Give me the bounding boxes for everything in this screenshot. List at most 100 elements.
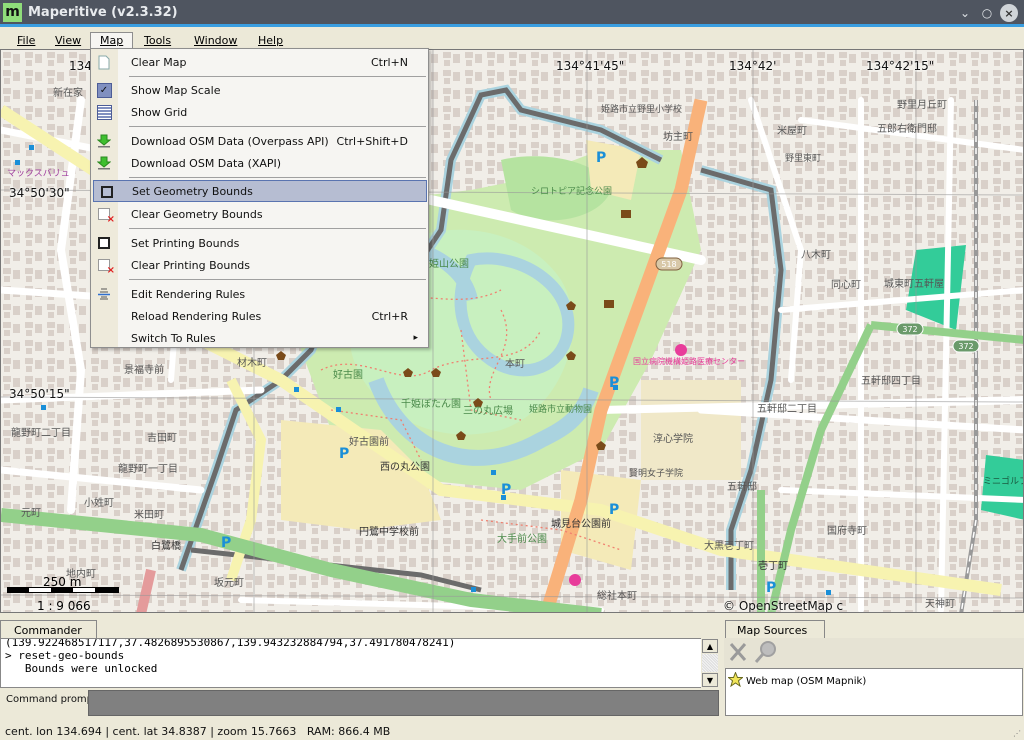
- menu-edit-rendering-rules[interactable]: Edit Rendering Rules: [91, 283, 428, 305]
- place-label: 国府寺町: [827, 526, 867, 537]
- remove-source-icon[interactable]: [728, 641, 748, 666]
- place-label: 龍野町二丁目: [11, 428, 71, 439]
- park-label: 三の丸広場: [463, 406, 513, 417]
- scroll-up-button[interactable]: ▲: [702, 639, 718, 653]
- place-label: 五軒邸二丁目: [757, 404, 817, 415]
- parking-icon: P: [766, 580, 777, 596]
- map-sources-toolbar: [724, 638, 1024, 668]
- bounds-icon: [99, 184, 115, 200]
- route-shield-372b: 372: [952, 339, 980, 353]
- place-label: 坂元町: [214, 578, 244, 589]
- tab-map-sources[interactable]: Map Sources: [725, 620, 825, 639]
- menu-reload-rendering-rules[interactable]: Reload Rendering Rules Ctrl+R: [91, 305, 428, 327]
- place-label: 五軒邸: [727, 482, 757, 493]
- poi-label: 国立病院機構姫路医療センター: [633, 357, 745, 366]
- place-label: 壱丁町: [758, 561, 788, 572]
- place-label: 賢明女子学院: [629, 469, 684, 479]
- map-menu-dropdown: Clear Map Ctrl+N ✓ Show Map Scale Show G…: [90, 48, 429, 348]
- grid-icon: [96, 104, 112, 120]
- place-label: 本町: [505, 359, 525, 370]
- submenu-arrow-icon: ▸: [413, 333, 418, 343]
- menu-set-geometry-bounds[interactable]: Set Geometry Bounds: [93, 180, 427, 202]
- maximize-button[interactable]: ○: [978, 4, 996, 22]
- scroll-track[interactable]: [702, 654, 718, 672]
- title-bar: m Maperitive (v2.3.32) ⌄ ○ ×: [0, 0, 1024, 27]
- status-bar: cent. lon 134.694 | cent. lat 34.8387 | …: [0, 722, 1024, 740]
- resize-grip-icon[interactable]: ⋰: [1013, 729, 1021, 738]
- place-label: 材木町: [237, 358, 267, 369]
- place-label: 同心町: [831, 280, 861, 291]
- lon-label: 134°42'15": [866, 59, 935, 73]
- console-output: (139.922468517117,37.4826895530867,139.9…: [0, 638, 719, 688]
- parking-icon: P: [339, 446, 350, 462]
- place-label: 姫路市立野里小学校: [601, 105, 683, 115]
- hospital-icon: [675, 344, 687, 356]
- place-label: 五軒邸四丁目: [861, 376, 921, 387]
- lon-label: 134°41'45": [556, 59, 625, 73]
- parking-icon: P: [609, 502, 620, 518]
- place-label: 城見台公園前: [551, 519, 611, 530]
- lon-label: 134°42': [729, 59, 777, 73]
- download-icon: [96, 155, 112, 171]
- scroll-down-button[interactable]: ▼: [702, 673, 718, 687]
- menu-file[interactable]: File: [13, 34, 39, 50]
- rules-icon: [96, 286, 112, 302]
- clear-bounds-icon: [96, 257, 115, 276]
- place-label: 城東町五軒屋: [884, 279, 944, 290]
- place-label: 好古園前: [349, 437, 389, 448]
- park-label: 姫路市立動物園: [529, 405, 593, 415]
- command-prompt-input[interactable]: [88, 690, 719, 716]
- tab-commander[interactable]: Commander: [0, 620, 97, 639]
- poi-label: マックスバリュ: [7, 169, 70, 179]
- parking-icon: P: [596, 150, 607, 166]
- park-label: ミニゴルフ: [983, 477, 1024, 487]
- map-sources-list: Web map (OSM Mapnik): [725, 668, 1023, 716]
- scale-bar: [7, 587, 119, 593]
- place-label: 龍野町一丁目: [118, 464, 178, 475]
- menu-switch-to-rules[interactable]: Switch To Rules ▸: [91, 327, 428, 349]
- svg-text:518: 518: [661, 260, 676, 269]
- bounds-icon: [96, 235, 112, 251]
- place-label: 景福寺前: [124, 365, 164, 376]
- menu-clear-map[interactable]: Clear Map Ctrl+N: [91, 51, 428, 73]
- place-label: 円鷺中学校前: [359, 527, 419, 538]
- place-label: 吉田町: [147, 433, 177, 444]
- place-label: 五郎右衛門邸: [877, 124, 937, 135]
- park-label: シロトピア記念公園: [531, 187, 613, 197]
- menu-clear-printing-bounds[interactable]: Clear Printing Bounds: [91, 254, 428, 276]
- window-title: Maperitive (v2.3.32): [28, 4, 178, 20]
- document-icon: [96, 54, 112, 70]
- close-button[interactable]: ×: [1000, 4, 1018, 22]
- menu-set-printing-bounds[interactable]: Set Printing Bounds: [91, 232, 428, 254]
- svg-text:372: 372: [902, 325, 917, 334]
- menu-show-grid[interactable]: Show Grid: [91, 101, 428, 123]
- place-label: 白鷺橋: [151, 541, 181, 552]
- menu-download-xapi[interactable]: Download OSM Data (XAPI): [91, 152, 428, 174]
- place-label: 野里月丘町: [897, 100, 947, 111]
- menu-view[interactable]: View: [51, 34, 85, 50]
- park-label: 姫山公園: [429, 259, 469, 270]
- menu-show-map-scale[interactable]: ✓ Show Map Scale: [91, 79, 428, 101]
- place-label: 野里東町: [785, 154, 822, 164]
- parking-icon: P: [501, 482, 512, 498]
- lat-label: 34°50'15": [9, 387, 70, 401]
- place-label: 元町: [21, 508, 41, 519]
- place-label: 天神町: [925, 599, 955, 610]
- minimize-button[interactable]: ⌄: [956, 4, 974, 22]
- parking-icon: P: [221, 535, 232, 551]
- status-text: cent. lon 134.694 | cent. lat 34.8387 | …: [5, 725, 391, 738]
- menu-download-overpass[interactable]: Download OSM Data (Overpass API) Ctrl+Sh…: [91, 130, 428, 152]
- zoom-to-source-icon[interactable]: [754, 640, 778, 667]
- map-attribution: © OpenStreetMap c: [723, 599, 844, 613]
- command-prompt-label: Command prompt:: [6, 694, 101, 705]
- place-label: 米屋町: [777, 126, 807, 137]
- console-line: > reset-geo-bounds: [5, 649, 125, 662]
- route-shield-372: 372: [896, 322, 924, 336]
- menu-clear-geometry-bounds[interactable]: Clear Geometry Bounds: [91, 203, 428, 225]
- menu-bar: File View Map Tools Window Help: [0, 30, 1024, 50]
- place-label: 西の丸公園: [380, 462, 430, 473]
- console-scrollbar[interactable]: ▲ ▼: [701, 638, 719, 688]
- place-label: 八木町: [801, 250, 831, 261]
- map-source-item[interactable]: Web map (OSM Mapnik): [727, 671, 866, 690]
- place-label: 大黒壱丁町: [704, 541, 754, 552]
